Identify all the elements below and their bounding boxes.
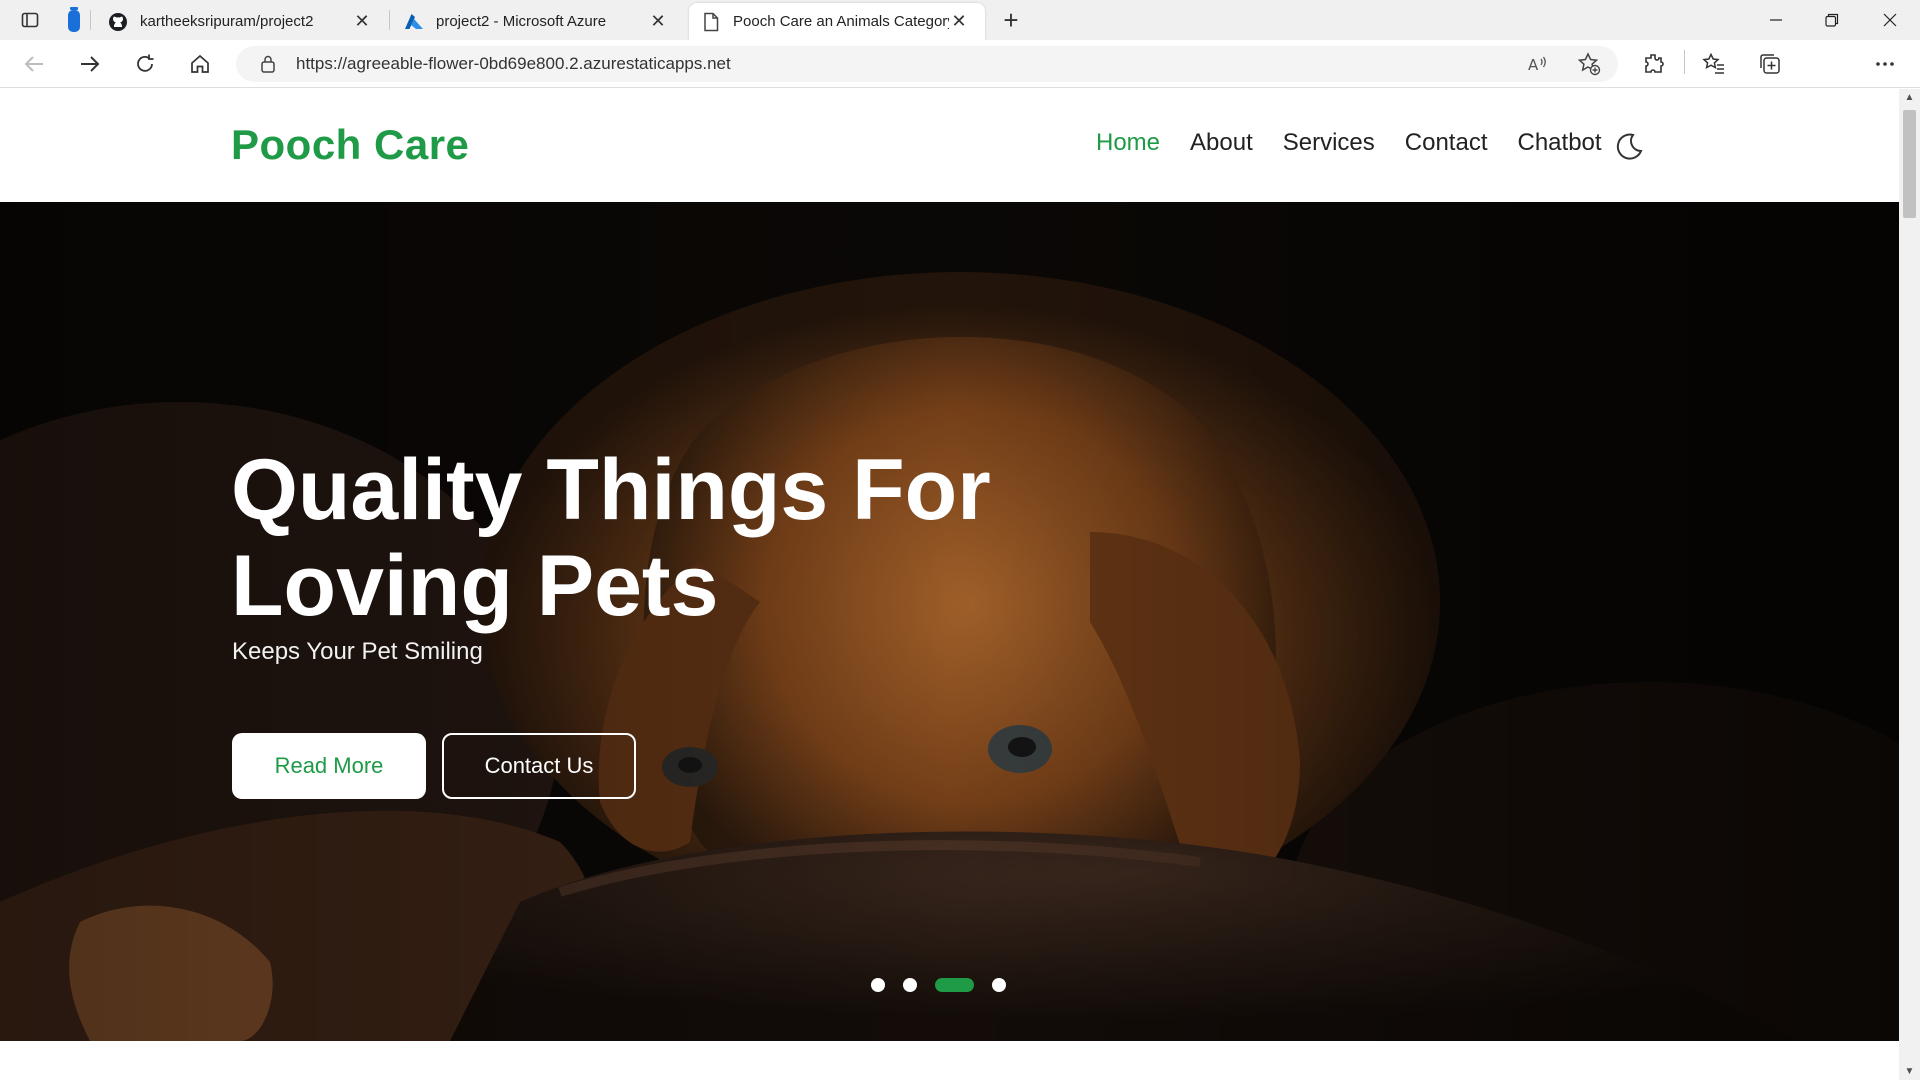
nav-contact[interactable]: Contact	[1405, 129, 1488, 157]
favorites-icon[interactable]	[1700, 50, 1728, 78]
extensions-icon[interactable]	[1640, 50, 1668, 78]
close-tab-icon[interactable]: ✕	[352, 11, 372, 32]
page-scrollbar[interactable]: ▲ ▼	[1899, 89, 1920, 1080]
restore-icon[interactable]	[1804, 0, 1860, 40]
browser-tab-bar: kartheeksripuram/project2 ✕ project2 - M…	[0, 0, 1920, 40]
read-more-button[interactable]: Read More	[232, 733, 426, 799]
tab-azure[interactable]: project2 - Microsoft Azure ✕	[392, 3, 680, 40]
azure-icon	[404, 12, 424, 32]
close-window-icon[interactable]	[1862, 0, 1918, 40]
refresh-icon[interactable]	[129, 48, 161, 80]
hero-title: Quality Things For Loving Pets	[231, 442, 1031, 634]
home-icon[interactable]	[184, 48, 216, 80]
more-options-icon[interactable]	[1871, 50, 1899, 78]
lock-icon[interactable]	[256, 54, 280, 74]
contact-us-button[interactable]: Contact Us	[442, 733, 636, 799]
site-logo[interactable]: Pooch Care	[231, 121, 469, 169]
minimize-icon[interactable]	[1748, 0, 1804, 40]
add-favorite-icon[interactable]	[1577, 52, 1601, 76]
scrollbar-thumb[interactable]	[1903, 110, 1916, 218]
hero-carousel: Quality Things For Loving Pets Keeps You…	[0, 202, 1899, 1041]
carousel-dot[interactable]	[992, 978, 1006, 992]
tab-pooch-care[interactable]: Pooch Care an Animals Category ✕	[689, 3, 985, 40]
nav-chatbot[interactable]: Chatbot	[1518, 129, 1602, 157]
next-section	[0, 1041, 1899, 1080]
nav-about[interactable]: About	[1190, 129, 1253, 157]
main-nav: Home About Services Contact Chatbot	[1096, 129, 1632, 157]
address-bar[interactable]: https://agreeable-flower-0bd69e800.2.azu…	[236, 46, 1618, 82]
carousel-dot[interactable]	[903, 978, 917, 992]
nav-home[interactable]: Home	[1096, 129, 1160, 157]
carousel-dot[interactable]	[871, 978, 885, 992]
scroll-up-icon[interactable]: ▲	[1899, 89, 1920, 106]
hero-title-line2: Loving Pets	[231, 538, 719, 634]
hero-subtitle: Keeps Your Pet Smiling	[232, 638, 483, 665]
forward-icon[interactable]	[74, 48, 106, 80]
workspaces-icon[interactable]	[62, 7, 86, 32]
site-header: Pooch Care Home About Services Contact C…	[0, 89, 1899, 202]
tab-separator	[389, 10, 390, 30]
back-icon[interactable]	[18, 48, 50, 80]
page-icon	[701, 12, 721, 32]
url-text[interactable]: https://agreeable-flower-0bd69e800.2.azu…	[296, 54, 731, 74]
scroll-down-icon[interactable]: ▼	[1899, 1063, 1920, 1080]
toolbar-separator	[1684, 50, 1685, 74]
nav-services[interactable]: Services	[1283, 129, 1375, 157]
page-viewport: Pooch Care Home About Services Contact C…	[0, 89, 1899, 1080]
tab-title: kartheeksripuram/project2	[140, 13, 314, 30]
tab-github[interactable]: kartheeksripuram/project2 ✕	[96, 3, 384, 40]
github-icon	[108, 12, 128, 32]
address-toolbar: https://agreeable-flower-0bd69e800.2.azu…	[0, 40, 1920, 118]
tab-title: project2 - Microsoft Azure	[436, 13, 607, 30]
read-aloud-icon[interactable]: A	[1526, 52, 1550, 76]
svg-text:A: A	[1528, 56, 1539, 74]
carousel-dot-active[interactable]	[935, 978, 974, 992]
moon-icon[interactable]	[1613, 131, 1645, 163]
carousel-indicators	[0, 978, 1899, 992]
tab-separator	[90, 10, 91, 30]
hero-title-line1: Quality Things For	[231, 442, 991, 538]
close-tab-icon[interactable]: ✕	[648, 11, 668, 32]
collections-icon[interactable]	[1756, 50, 1784, 78]
close-tab-icon[interactable]: ✕	[949, 11, 969, 32]
tab-actions-icon[interactable]	[18, 8, 42, 32]
new-tab-button[interactable]: +	[997, 5, 1025, 35]
tab-title: Pooch Care an Animals Category	[733, 13, 949, 30]
